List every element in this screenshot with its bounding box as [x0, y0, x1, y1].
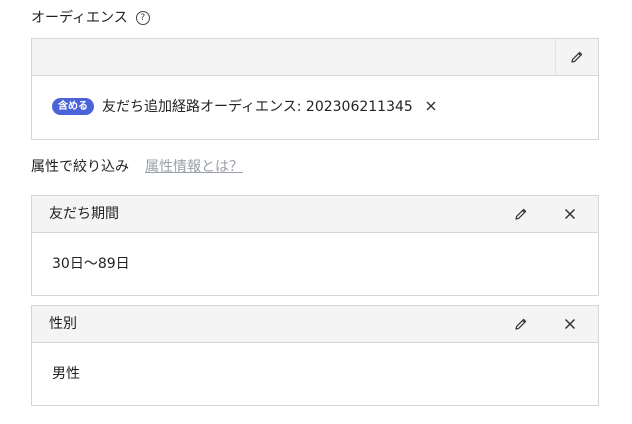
edit-audience-button[interactable] — [555, 39, 598, 75]
audience-chip: 含める 友だち追加経路オーディエンス: 202306211345 — [52, 96, 437, 116]
filter-card-gender: 性別 男性 — [31, 305, 599, 406]
audience-card: 含める 友だち追加経路オーディエンス: 202306211345 — [31, 38, 599, 140]
remove-audience-button[interactable] — [425, 100, 437, 112]
close-icon — [426, 101, 436, 111]
remove-filter-button[interactable] — [542, 196, 598, 232]
filter-value: 30日〜89日 — [52, 256, 130, 272]
audience-title-label: オーディエンス — [31, 10, 128, 26]
audience-card-body: 含める 友だち追加経路オーディエンス: 202306211345 — [32, 76, 598, 140]
help-icon[interactable]: ? — [135, 10, 150, 25]
edit-filter-button[interactable] — [500, 196, 542, 232]
pencil-icon — [515, 208, 527, 220]
audience-section-title: オーディエンス ? — [31, 7, 150, 27]
filter-card-friend-period: 友だち期間 30日〜89日 — [31, 195, 599, 296]
edit-filter-button[interactable] — [500, 306, 542, 342]
pencil-icon — [515, 318, 527, 330]
filter-card-header: 友だち期間 — [32, 196, 598, 233]
audience-card-header — [32, 39, 598, 76]
remove-filter-button[interactable] — [542, 306, 598, 342]
attribute-filter-label: 属性で絞り込み — [31, 159, 129, 175]
filter-value: 男性 — [52, 366, 80, 382]
filter-card-body: 男性 — [32, 343, 598, 405]
close-icon — [564, 208, 576, 220]
attribute-info-link[interactable]: 属性情報とは？ — [145, 156, 243, 176]
attribute-filter-header: 属性で絞り込み 属性情報とは？ — [31, 156, 243, 176]
audience-name: 友だち追加経路オーディエンス: 202306211345 — [102, 99, 413, 115]
include-badge: 含める — [52, 97, 94, 115]
filter-card-header: 性別 — [32, 306, 598, 343]
filter-title: 友だち期間 — [49, 206, 119, 222]
filter-title: 性別 — [49, 316, 77, 332]
pencil-icon — [571, 51, 583, 63]
filter-card-body: 30日〜89日 — [32, 233, 598, 295]
close-icon — [564, 318, 576, 330]
